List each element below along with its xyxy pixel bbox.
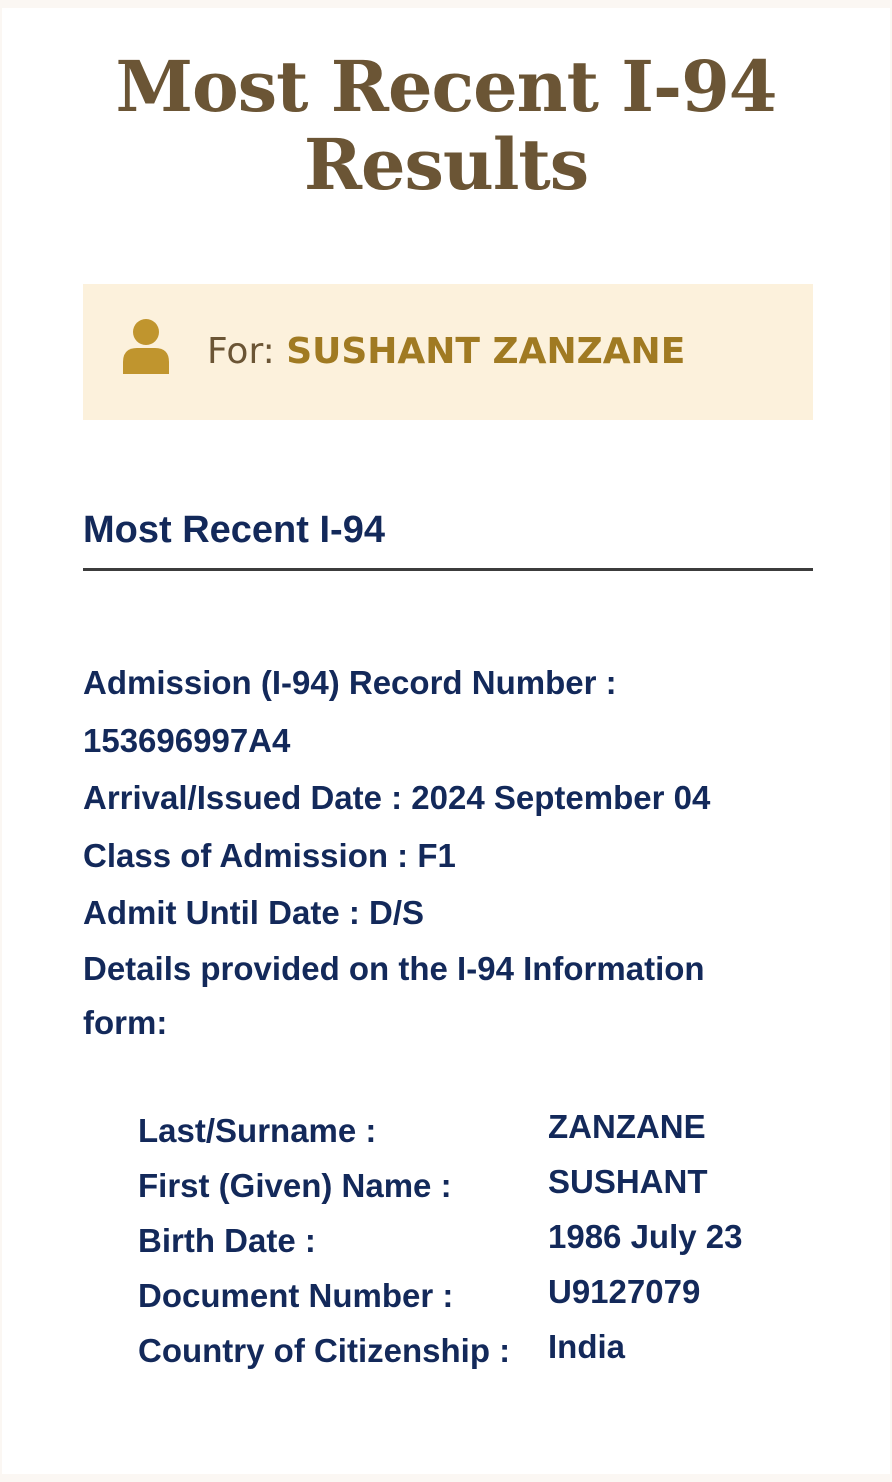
arrival-date-row: Arrival/Issued Date : 2024 September 04	[83, 769, 823, 827]
record-number-value: 153696997A4	[83, 721, 291, 759]
document-number-value: U9127079	[548, 1273, 701, 1310]
birth-date-value: 1986 July 23	[548, 1218, 743, 1255]
page-title: Most Recent I-94 Results	[2, 48, 890, 204]
record-details: Admission (I-94) Record Number : 1536969…	[83, 654, 823, 1050]
first-name-value: SUSHANT	[548, 1163, 708, 1200]
birth-date-label: Birth Date :	[138, 1222, 316, 1259]
for-name: SUSHANT ZANZANE	[286, 331, 686, 372]
arrival-date-value: 2024 September 04	[411, 779, 711, 816]
class-of-admission-value: F1	[417, 836, 456, 874]
record-number-label: Admission (I-94) Record Number :	[83, 664, 617, 701]
person-icon	[123, 319, 169, 374]
citizenship-value: India	[548, 1328, 626, 1365]
section-divider	[83, 568, 813, 571]
class-of-admission-label: Class of Admission :	[83, 836, 409, 874]
admit-until-row: Admit Until Date : D/S	[83, 884, 823, 942]
for-label: For: SUSHANT ZANZANE	[207, 330, 685, 374]
last-name-label: Last/Surname :	[138, 1112, 377, 1149]
arrival-date-label: Arrival/Issued Date :	[83, 779, 403, 816]
results-card: Most Recent I-94 Results For: SUSHANT ZA…	[2, 8, 890, 1474]
first-name-label: First (Given) Name :	[138, 1167, 452, 1204]
for-banner: For: SUSHANT ZANZANE	[83, 284, 813, 420]
for-prefix: For:	[207, 331, 287, 372]
details-intro: Details provided on the I-94 Information…	[83, 949, 705, 1041]
page-title-line1: Most Recent I-94	[115, 45, 778, 128]
last-name-value: ZANZANE	[548, 1108, 706, 1145]
section-heading: Most Recent I-94	[83, 509, 385, 551]
citizenship-label: Country of Citizenship :	[138, 1332, 511, 1369]
admit-until-label: Admit Until Date :	[83, 894, 360, 931]
admit-until-value: D/S	[369, 894, 425, 931]
document-number-label: Document Number :	[138, 1277, 454, 1314]
class-of-admission-row: Class of Admission : F1	[83, 827, 823, 885]
page-title-line2: Results	[303, 123, 589, 206]
